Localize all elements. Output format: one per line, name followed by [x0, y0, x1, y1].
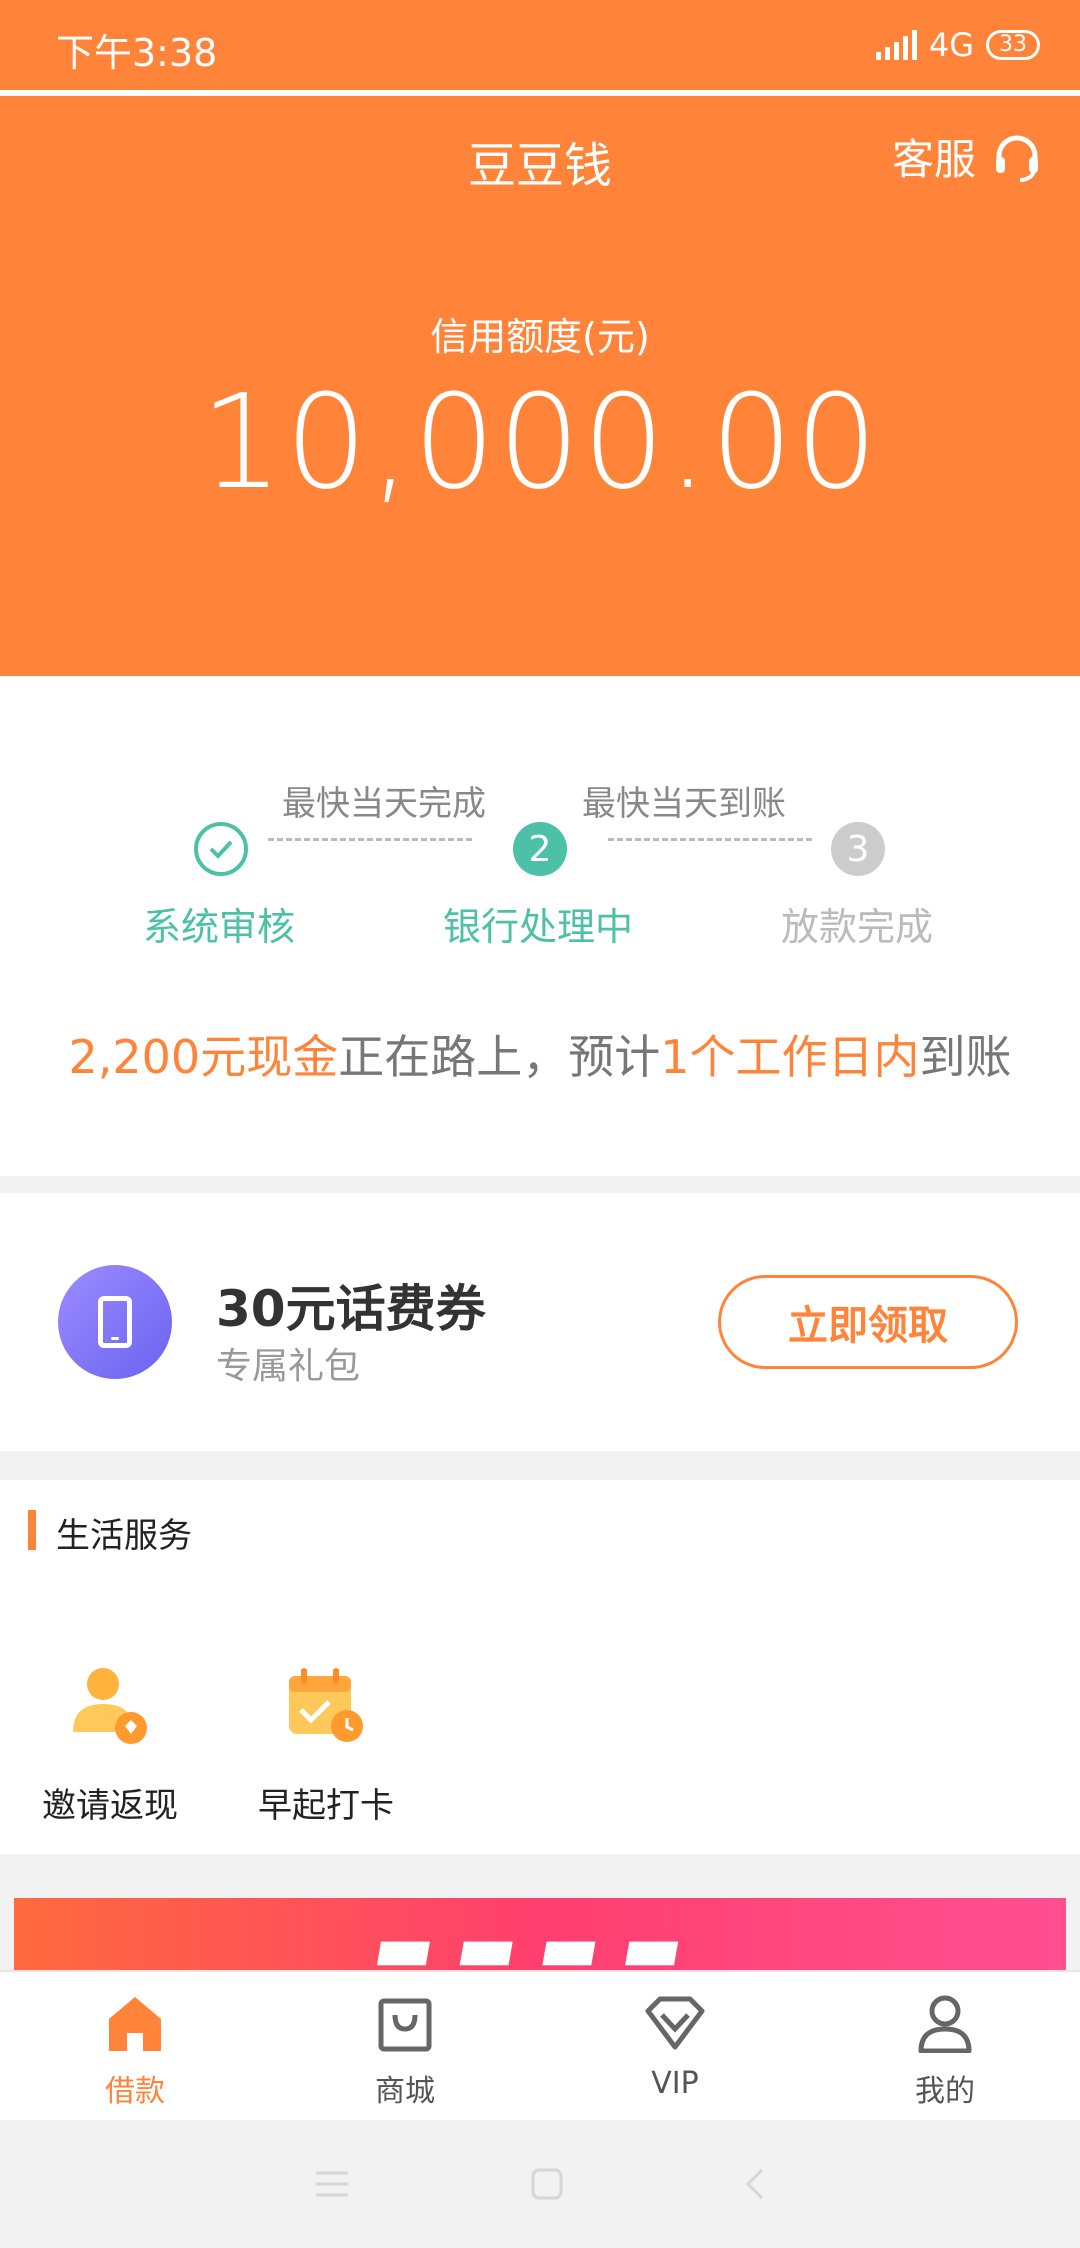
bottom-tab-bar: 借款 商城 VIP 我的	[0, 1970, 1080, 2120]
service-early-checkin[interactable]: 早起打卡	[216, 1660, 436, 1827]
step-3-label: 放款完成	[781, 905, 934, 949]
status-icons: 4G 33	[875, 26, 1040, 64]
menu-icon[interactable]	[314, 2169, 350, 2199]
check-circle-icon	[194, 822, 248, 876]
life-services-section: 生活服务 邀请返现 早起打卡	[0, 1480, 1080, 1854]
service-invite-cashback[interactable]: 邀请返现	[0, 1660, 220, 1827]
step-1-label: 系统审核	[143, 905, 296, 949]
phone-credit-coupon-card: 30元话费券 专属礼包 立即领取	[0, 1193, 1080, 1451]
service-label: 早起打卡	[258, 1786, 394, 1826]
tab-label: 商城	[375, 2074, 435, 2109]
tab-label: 我的	[915, 2074, 975, 2109]
user-icon	[912, 1988, 978, 2058]
home-button-icon[interactable]	[530, 2167, 564, 2201]
customer-service-button[interactable]: 客服	[892, 126, 1044, 187]
status-bar: 下午3:38 4G 33	[0, 0, 1080, 90]
shopping-bag-icon	[372, 1988, 438, 2058]
step-3-icon: 3	[831, 822, 885, 876]
headset-icon	[996, 135, 1038, 182]
service-label: 邀请返现	[42, 1786, 178, 1826]
battery-icon: 33	[986, 30, 1040, 60]
network-type: 4G	[928, 26, 974, 64]
loan-progress-card: 最快当天完成 最快当天到账 2 3 系统审核 银行处理中 放款完成 2,200元…	[0, 676, 1080, 1176]
signal-icon	[875, 30, 917, 60]
credit-limit-amount: 10,000.00	[200, 366, 880, 518]
promo-banner[interactable]: ▬ ▬ ▬ ▬	[14, 1898, 1066, 1970]
tab-mall[interactable]: 商城	[270, 1972, 540, 2120]
coupon-subtitle: 专属礼包	[216, 1346, 361, 1387]
step-connector-1	[268, 838, 472, 841]
customer-service-label: 客服	[891, 135, 976, 184]
message-end: 到账	[919, 1030, 1012, 1084]
phone-icon	[58, 1265, 172, 1379]
message-middle: 正在路上，预计	[338, 1030, 661, 1084]
message-amount: 2,200元现金	[68, 1030, 339, 1084]
step-hint-1: 最快当天完成	[282, 784, 486, 824]
section-title: 生活服务	[56, 1516, 192, 1556]
tab-label: VIP	[651, 2066, 699, 2101]
step-2-icon: 2	[513, 822, 567, 876]
claim-now-button[interactable]: 立即领取	[718, 1275, 1018, 1369]
back-icon[interactable]	[744, 2167, 766, 2201]
system-navigation-bar	[0, 2120, 1080, 2248]
status-time: 下午3:38	[56, 31, 218, 75]
step-2-label: 银行处理中	[443, 905, 634, 949]
coupon-title: 30元话费券	[216, 1280, 486, 1338]
diamond-icon	[642, 1988, 708, 2058]
message-time: 1个工作日内	[660, 1030, 920, 1084]
credit-header: 豆豆钱 客服 信用额度(元) 10,000.00	[0, 96, 1080, 676]
early-checkin-icon	[281, 1660, 371, 1750]
home-icon	[102, 1988, 168, 2058]
tab-loan[interactable]: 借款	[0, 1972, 270, 2120]
tab-mine[interactable]: 我的	[810, 1972, 1080, 2120]
step-hint-2: 最快当天到账	[582, 784, 786, 824]
credit-limit-label: 信用额度(元)	[430, 315, 650, 359]
banner-graphic: ▬ ▬ ▬ ▬	[367, 1912, 690, 1970]
tab-label: 借款	[105, 2074, 165, 2109]
section-accent-bar	[28, 1510, 36, 1550]
invite-cashback-icon	[65, 1660, 155, 1750]
step-connector-2	[608, 838, 812, 841]
transfer-status-message: 2,200元现金正在路上，预计1个工作日内到账	[0, 1021, 1080, 1087]
tab-vip[interactable]: VIP	[540, 1972, 810, 2120]
